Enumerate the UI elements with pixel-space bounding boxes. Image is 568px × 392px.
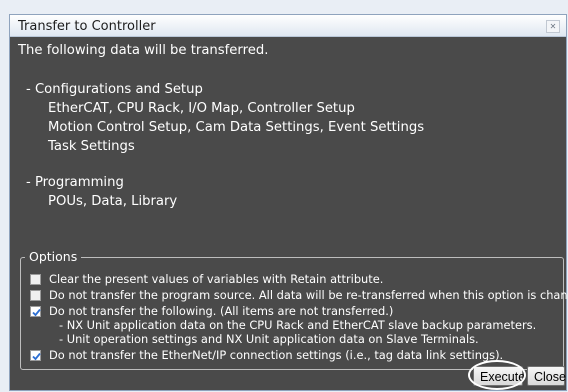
programming-heading: - Programming — [26, 175, 124, 190]
config-item: Task Settings — [48, 139, 135, 154]
config-item: EtherCAT, CPU Rack, I/O Map, Controller … — [48, 101, 355, 116]
config-item: Motion Control Setup, Cam Data Settings,… — [48, 120, 425, 135]
option-program-source-checkbox[interactable] — [30, 290, 41, 301]
option-ethernetip-checkbox[interactable] — [30, 350, 41, 361]
option-retain-checkbox[interactable] — [30, 274, 41, 285]
execute-button[interactable]: Execute — [473, 366, 525, 386]
option-retain-label: Clear the present values of variables wi… — [49, 272, 384, 286]
close-icon[interactable]: ✕ — [546, 20, 560, 33]
sub-note: - Unit operation settings and NX Unit ap… — [59, 332, 479, 346]
options-group: Options Clear the present values of vari… — [20, 249, 568, 370]
option-do-not-transfer-checkbox[interactable] — [30, 306, 41, 317]
checkmark-icon — [32, 308, 41, 317]
option-do-not-transfer-label: Do not transfer the following. (All item… — [49, 304, 394, 318]
programming-item: POUs, Data, Library — [48, 194, 178, 209]
dialog-title: Transfer to Controller — [18, 19, 156, 34]
transfer-dialog: Transfer to Controller ✕ The following d… — [9, 14, 568, 391]
option-ethernetip-label: Do not transfer the EtherNet/IP connecti… — [49, 348, 504, 362]
close-button[interactable]: Close — [527, 366, 566, 386]
title-bar: Transfer to Controller ✕ — [10, 15, 566, 37]
options-legend: Options — [25, 249, 82, 264]
sub-note: - NX Unit application data on the CPU Ra… — [59, 318, 537, 332]
intro-text: The following data will be transferred. — [18, 43, 269, 58]
option-program-source-label: Do not transfer the program source. All … — [49, 288, 568, 302]
checkmark-icon — [32, 352, 41, 361]
config-heading: - Configurations and Setup — [26, 82, 203, 97]
